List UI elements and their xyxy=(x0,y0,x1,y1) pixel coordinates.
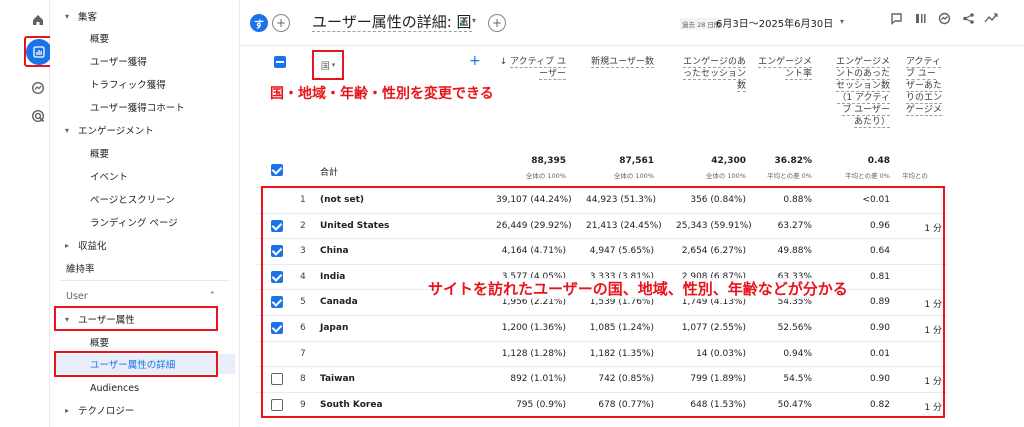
explore-icon[interactable] xyxy=(28,78,48,98)
sidebar-item-acquisition-cohort[interactable]: ユーザー獲得コホート xyxy=(90,97,185,117)
annotation-table-note: サイトを訪れたユーザーの国、地域、性別、年齢などが分かる xyxy=(428,278,848,299)
comment-icon[interactable] xyxy=(890,12,903,29)
sidebar-section-user[interactable]: User ⌃ xyxy=(66,286,216,306)
total-new-users-sub: 全体の 100% xyxy=(613,172,654,180)
total-active-users: 88,395 xyxy=(531,156,566,166)
home-icon[interactable] xyxy=(28,10,48,30)
sidebar-item-demographics-overview[interactable]: 概要 xyxy=(90,332,109,352)
left-rail xyxy=(0,0,55,427)
chevron-down-icon[interactable]: ▾ xyxy=(472,16,476,25)
demographic-details-highlight-box xyxy=(54,351,218,377)
sidebar-item-engagement-overview[interactable]: 概要 xyxy=(90,143,109,163)
sidebar-item-landing-page[interactable]: ランディング ページ xyxy=(90,212,178,232)
sidebar-divider xyxy=(60,280,230,281)
share-icon[interactable] xyxy=(962,12,975,29)
total-label: 合計 xyxy=(320,168,339,178)
avatar[interactable]: す xyxy=(250,14,268,32)
sidebar-item-pages-screens[interactable]: ページとスクリーン xyxy=(90,189,175,209)
sidebar: ▾ 集客 概要 ユーザー獲得 トラフィック獲得 ユーザー獲得コホート ▾ エンゲージ… xyxy=(50,0,240,427)
totals-checkbox[interactable] xyxy=(271,164,283,176)
sidebar-item-technology[interactable]: ▸ テクノロジー xyxy=(60,400,134,420)
chevron-up-icon: ⌃ xyxy=(208,291,216,301)
column-header-engagement-per-user[interactable]: アクティブ ユーザーあたりのエンゲージメント xyxy=(906,56,942,116)
trend-icon[interactable] xyxy=(984,12,998,29)
page-title: ユーザー属性の詳細: 国 xyxy=(312,13,472,32)
total-sessions-per-user: 0.48 xyxy=(867,156,890,166)
dimension-selector[interactable]: 国 ▾ xyxy=(312,50,344,80)
total-engaged-sessions: 42,300 xyxy=(711,156,746,166)
sidebar-item-acquisition[interactable]: ▾ 集客 xyxy=(60,6,97,26)
total-engaged-sessions-sub: 全体の 100% xyxy=(705,172,746,180)
sidebar-item-monetization[interactable]: ▸ 収益化 xyxy=(60,235,107,255)
total-engagement-rate: 36.82% xyxy=(774,156,813,166)
total-engagement-rate-sub: 平均との差 0% xyxy=(767,172,812,180)
column-header-engagement-rate[interactable]: エンゲージメント率 xyxy=(756,56,812,80)
date-range[interactable]: 6月3日～2025年6月30日 xyxy=(716,15,833,30)
chevron-right-icon: ▸ xyxy=(64,240,69,250)
sidebar-item-retention[interactable]: 維持率 xyxy=(66,258,95,278)
sidebar-item-user-acquisition[interactable]: ユーザー獲得 xyxy=(90,51,147,71)
total-active-users-sub: 全体の 100% xyxy=(525,172,566,180)
total-new-users: 87,561 xyxy=(619,156,654,166)
chevron-right-icon: ▸ xyxy=(64,405,69,415)
user-attributes-highlight-box xyxy=(54,306,218,331)
chevron-down-icon: ▾ xyxy=(331,61,336,69)
column-header-active-users[interactable]: ↓ アクティブ ユーザー xyxy=(496,56,566,80)
chevron-down-icon[interactable]: ▾ xyxy=(840,17,844,26)
column-header-new-users[interactable]: 新規ユーザー数 xyxy=(586,56,654,68)
add-comparison-button[interactable]: + xyxy=(272,14,290,32)
sidebar-item-engagement[interactable]: ▾ エンゲージメント xyxy=(60,120,154,140)
column-header-engaged-sessions[interactable]: エンゲージのあったセッション数 xyxy=(676,56,746,92)
compare-icon[interactable] xyxy=(914,12,927,29)
total-engagement-per-user-sub: 平均との xyxy=(902,172,928,180)
insights-icon[interactable] xyxy=(938,12,951,29)
sidebar-item-traffic-acquisition[interactable]: トラフィック獲得 xyxy=(90,74,166,94)
chevron-down-icon: ▾ xyxy=(64,125,69,135)
select-all-checkbox[interactable] xyxy=(274,56,286,68)
sidebar-item-acquisition-overview[interactable]: 概要 xyxy=(90,28,109,48)
table-highlight-box xyxy=(261,186,945,418)
check-circle-icon: ✓ xyxy=(458,15,469,29)
column-header-engaged-sessions-per-user[interactable]: エンゲージメントのあったセッション数（1 アクティブ ユーザーあたり） xyxy=(836,56,891,128)
annotation-dimension-note: 国・地域・年齢・性別を変更できる xyxy=(270,86,494,102)
report-header: す + ユーザー属性の詳細: 国 ✓ ▾ + 過去 28 日間 6月3日～202… xyxy=(240,0,1024,46)
chevron-down-icon: ▾ xyxy=(64,11,69,21)
sidebar-item-audiences[interactable]: Audiences xyxy=(90,378,139,398)
advertising-icon[interactable] xyxy=(28,106,48,126)
add-dimension-button[interactable]: + xyxy=(469,53,481,69)
sidebar-item-events[interactable]: イベント xyxy=(90,166,128,186)
add-button[interactable]: + xyxy=(488,14,506,32)
total-sessions-per-user-sub: 平均との差 0% xyxy=(845,172,890,180)
